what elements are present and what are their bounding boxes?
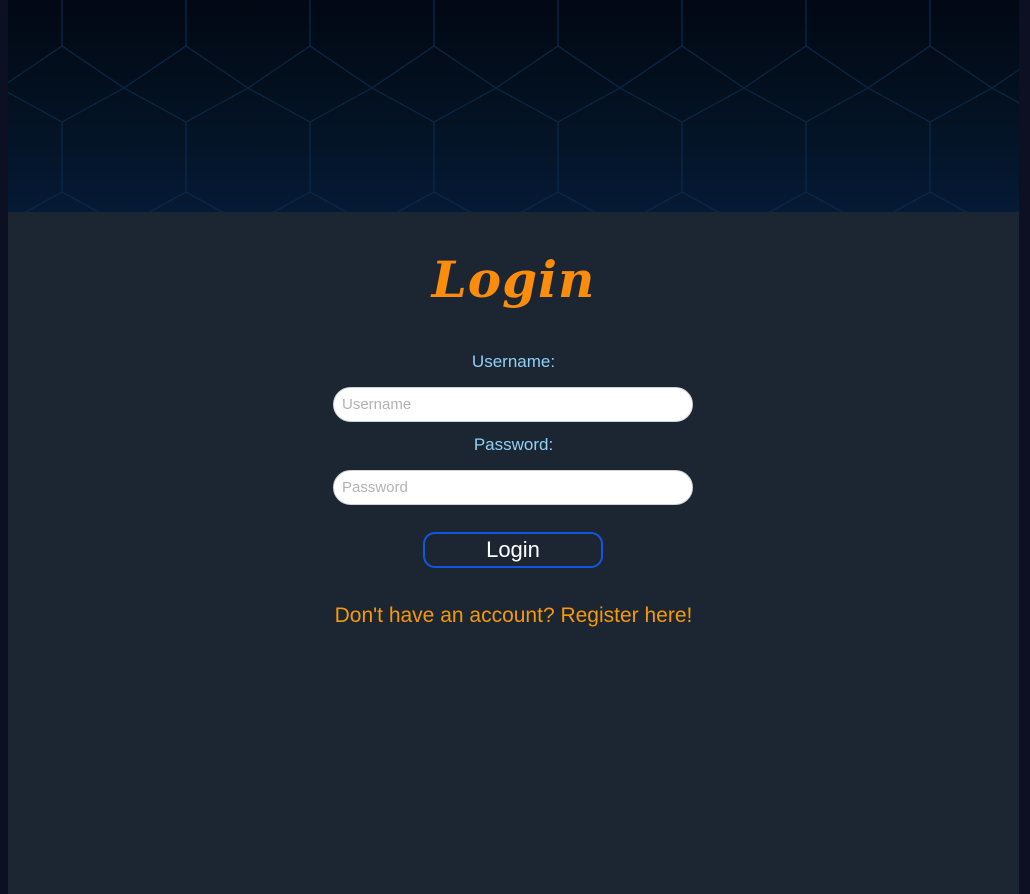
right-edge (1019, 0, 1030, 894)
left-edge (0, 0, 8, 894)
password-input[interactable] (333, 470, 693, 505)
username-label: Username: (471, 352, 556, 371)
login-button[interactable]: Login (423, 532, 603, 568)
login-panel: Login Username: Password: Login Don't ha… (8, 212, 1019, 894)
login-page: Login Username: Password: Login Don't ha… (0, 0, 1030, 894)
password-label: Password: (473, 435, 554, 454)
register-link[interactable]: Don't have an account? Register here! (8, 603, 1019, 629)
page-title: Login (431, 250, 596, 309)
hex-pattern-banner (8, 0, 1019, 212)
hexagon-pattern (8, 0, 1019, 212)
username-input[interactable] (333, 387, 693, 422)
